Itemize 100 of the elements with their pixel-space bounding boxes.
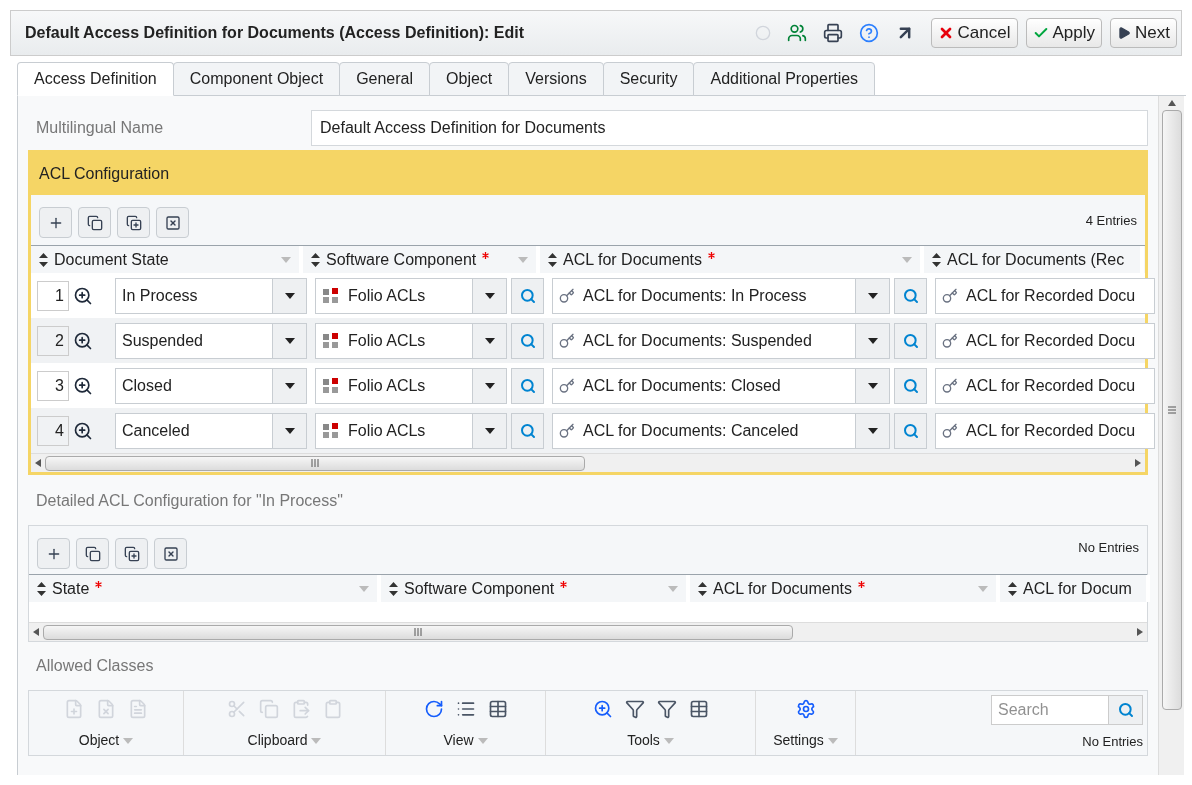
dropdown-icon [663,737,674,744]
tab[interactable]: Access Definition [17,62,174,96]
dropdown-icon [311,737,322,744]
entry-count: 4 Entries [1085,212,1137,230]
toolbar-icon[interactable] [624,699,645,719]
tab[interactable]: Versions [508,62,604,96]
toolbar-button[interactable] [37,538,70,569]
lookup-button[interactable] [894,412,927,449]
lookup-button[interactable] [894,367,927,404]
toolbar-button[interactable] [117,207,150,238]
help-icon[interactable] [858,23,879,43]
play-icon [1117,26,1132,40]
lookup-button[interactable] [894,277,927,314]
toolbar-icon[interactable] [688,699,709,719]
print-icon[interactable] [822,23,843,43]
dropdown-field[interactable]: Folio ACLs [315,322,507,359]
dropdown-field[interactable]: Suspended [115,322,307,359]
tab[interactable]: Component Object [172,62,341,96]
field-value: Canceled [122,420,190,441]
magnifier-icon[interactable] [73,285,93,306]
toolbar-icon[interactable] [795,699,816,719]
group-menu[interactable]: Settings [773,730,838,751]
caret-icon [867,382,878,389]
vertical-scrollbar[interactable] [1158,96,1184,775]
magnifier-icon[interactable] [73,375,93,396]
sort-icon [311,252,320,267]
magnifier-icon[interactable] [73,330,93,351]
scroll-right-icon[interactable] [1137,628,1143,636]
group-menu[interactable]: Tools [627,730,674,751]
tab[interactable]: General [339,62,431,96]
dropdown-field[interactable]: ACL for Recorded Docu [935,412,1155,449]
search-button[interactable] [1109,695,1143,725]
lookup-button[interactable] [894,322,927,359]
toolbar-button[interactable] [39,207,72,238]
scrollbar-thumb[interactable] [1161,110,1182,710]
dropdown-field[interactable]: Closed [115,367,307,404]
dropdown-icon [281,256,291,263]
toolbar-icon[interactable] [656,699,677,719]
lookup-button[interactable] [511,412,544,449]
sort-icon [698,581,707,596]
magnifier-icon[interactable] [73,420,93,441]
toolbar-button[interactable] [154,538,187,569]
name-field[interactable]: Default Access Definition for Documents [311,110,1148,146]
group-menu[interactable]: Object [78,730,134,751]
search-icon [519,287,536,304]
field-value: ACL for Recorded Docu [966,420,1136,441]
toolbar-icon[interactable] [592,699,613,719]
dropdown-field[interactable]: ACL for Documents: Suspended [552,322,890,359]
group-menu[interactable]: Clipboard [247,730,322,751]
dropdown-field[interactable]: ACL for Recorded Docu [935,277,1155,314]
users-icon[interactable] [786,23,807,43]
scrollbar-thumb[interactable] [45,455,585,471]
dropdown-field[interactable]: ACL for Documents: Canceled [552,412,890,449]
tab[interactable]: Additional Properties [693,62,876,96]
next-button[interactable]: Next [1110,18,1177,48]
toolbar-button[interactable] [156,207,189,238]
dropdown-field[interactable]: ACL for Recorded Docu [935,367,1155,404]
scroll-right-icon[interactable] [1135,459,1141,467]
scroll-left-icon[interactable] [35,459,41,467]
column-label: ACL for Documents (Rec [947,249,1125,270]
tab[interactable]: Object [429,62,510,96]
dropdown-field[interactable]: Folio ACLs [315,277,507,314]
dropdown-field[interactable]: Canceled [115,412,307,449]
search-icon [519,377,536,394]
lookup-button[interactable] [511,367,544,404]
search-field[interactable]: Search [991,695,1109,725]
dropdown-field[interactable]: ACL for Documents: In Process [552,277,890,314]
horizontal-scrollbar[interactable] [29,622,1147,641]
toolbar-button[interactable] [76,538,109,569]
dropdown-field[interactable]: Folio ACLs [315,412,507,449]
caret-icon [867,292,878,299]
apply-button[interactable]: Apply [1025,18,1103,48]
cubes-icon [322,286,340,305]
horizontal-scrollbar[interactable] [31,453,1145,472]
dropdown-field[interactable]: ACL for Recorded Docu [935,322,1155,359]
toolbar-icon[interactable] [487,699,508,719]
cancel-button[interactable]: Cancel [930,18,1018,48]
toolbar-button[interactable] [78,207,111,238]
dropdown-field[interactable]: Folio ACLs [315,367,507,404]
field-value: ACL for Documents: Canceled [583,420,799,441]
section-title: Detailed ACL Configuration for "In Process" [36,491,343,511]
copy-icon [86,214,103,231]
section-title: ACL Configuration [39,164,170,184]
column-label: ACL for Docum [1023,578,1132,599]
dropdown-field[interactable]: In Process [115,277,307,314]
dropdown-field[interactable]: ACL for Documents: Closed [552,367,890,404]
caret-icon [484,292,495,299]
key-icon [942,332,958,349]
dropdown-icon [477,737,488,744]
scroll-up-icon[interactable] [1167,100,1176,106]
tab[interactable]: Security [602,62,695,96]
scrollbar-thumb[interactable] [43,624,793,640]
group-menu[interactable]: View [443,730,488,751]
lookup-button[interactable] [511,277,544,314]
scroll-left-icon[interactable] [33,628,39,636]
toolbar-icon[interactable] [455,699,476,719]
lookup-button[interactable] [511,322,544,359]
toolbar-icon[interactable] [423,699,444,719]
cubes-icon [322,376,340,395]
toolbar-button[interactable] [115,538,148,569]
